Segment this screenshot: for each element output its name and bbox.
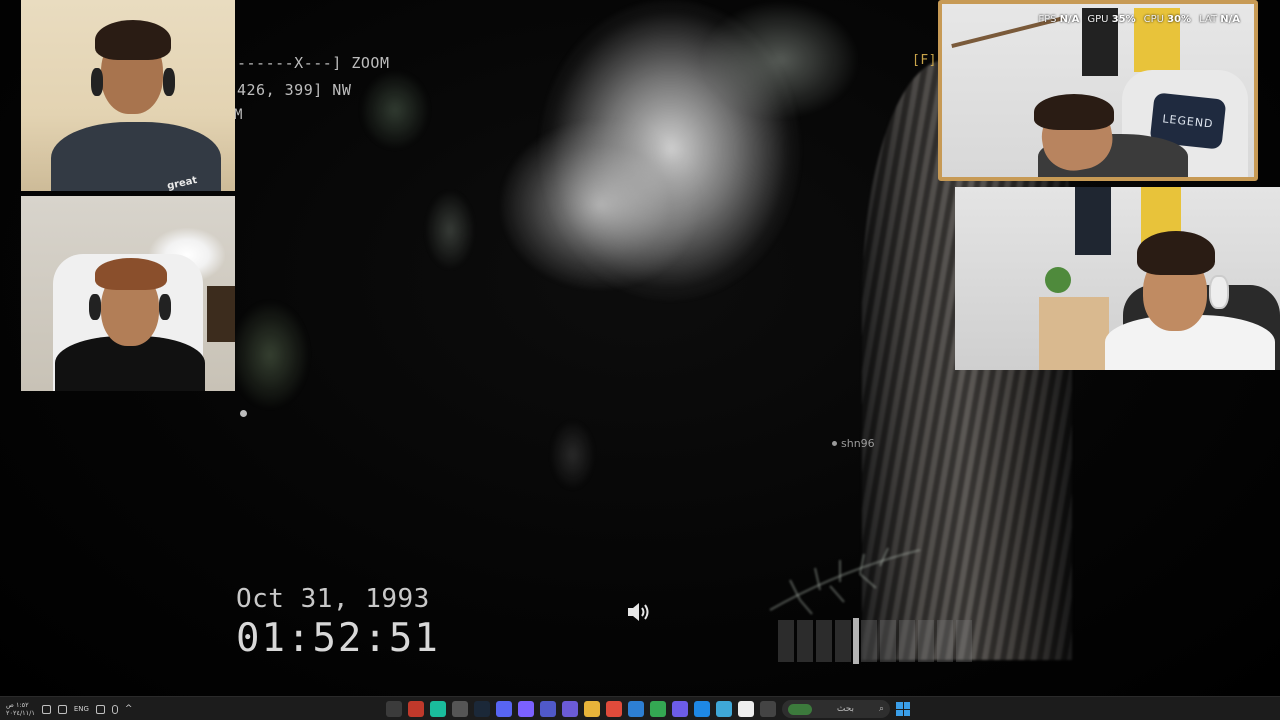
audio-level-meter	[778, 618, 972, 664]
taskbar-app-settings-icon[interactable]	[452, 701, 468, 717]
headset-icon	[91, 68, 103, 96]
audio-meter-segment	[797, 620, 813, 662]
volume-icon	[628, 603, 649, 621]
audio-meter-segment	[880, 620, 896, 662]
taskbar-app-chat-icon[interactable]	[562, 701, 578, 717]
player-marker	[240, 410, 247, 417]
taskbar-app-file-explorer-icon[interactable]	[584, 701, 600, 717]
stream-stats: FPS N/A GPU 35% CPU 30% LAT N/A	[1038, 14, 1240, 25]
taskbar-app-maps-icon[interactable]	[672, 701, 688, 717]
taskbar-app-adobe-icon[interactable]	[606, 701, 622, 717]
poster	[1075, 187, 1111, 255]
taskbar-app-steam-icon[interactable]	[474, 701, 490, 717]
audio-meter-needle	[853, 618, 859, 664]
chevron-up-icon[interactable]: ^	[125, 704, 133, 714]
search-highlight-icon	[788, 703, 812, 715]
person-hair	[1034, 94, 1114, 130]
desk	[1039, 297, 1109, 370]
fern	[769, 547, 921, 615]
clock[interactable]: ١:٥٢ ص ٢٠٢٤/١١/١	[6, 701, 35, 717]
monitor	[207, 286, 235, 342]
taskbar-app-chrome-icon[interactable]	[650, 701, 666, 717]
player-nametag: shn96	[832, 437, 875, 450]
webcam-2	[21, 196, 235, 391]
language-indicator[interactable]: ENG	[74, 705, 89, 713]
person-hair	[95, 20, 171, 60]
headset-icon	[159, 294, 171, 320]
person-cap	[95, 258, 167, 290]
stat-fps: FPS N/A	[1038, 14, 1079, 25]
audio-meter-segment	[778, 620, 794, 662]
headset-icon	[89, 294, 101, 320]
taskbar-app-messenger-icon[interactable]	[518, 701, 534, 717]
clock-time: ١:٥٢ ص	[6, 701, 29, 709]
stat-value: N/A	[1059, 14, 1080, 25]
windows-logo-tile	[896, 709, 903, 716]
taskbar-app-edge-icon[interactable]	[694, 701, 710, 717]
stat-value: 30%	[1167, 14, 1192, 25]
taskbar-app-teams-icon[interactable]	[540, 701, 556, 717]
windows-logo-tile	[903, 709, 910, 716]
leaf-cluster	[425, 190, 475, 270]
speaker-icon[interactable]	[41, 704, 51, 714]
taskbar-app-app-green-icon[interactable]	[430, 701, 446, 717]
stat-label: FPS	[1038, 14, 1060, 25]
search-placeholder: بحث	[836, 704, 855, 714]
stat-label: GPU	[1087, 14, 1112, 25]
leaf-cluster	[360, 70, 430, 150]
stat-lat: LAT N/A	[1199, 14, 1240, 25]
stat-value: 35%	[1111, 14, 1136, 25]
keyboard-icon[interactable]	[95, 704, 105, 714]
windows-logo-tile	[903, 702, 910, 709]
taskbar-app-app-blue-icon[interactable]	[628, 701, 644, 717]
start-button[interactable]	[896, 702, 910, 716]
search-icon: ⌕	[878, 704, 884, 714]
system-tray: ١:٥٢ ص ٢٠٢٤/١١/١ ENG ^	[6, 697, 132, 720]
stat-gpu: GPU 35%	[1087, 14, 1135, 25]
stat-label: LAT	[1199, 14, 1221, 25]
taskbar: ١:٥٢ ص ٢٠٢٤/١١/١ ENG ^ بحث ⌕	[0, 696, 1280, 720]
mode-indicator: M	[234, 107, 243, 123]
leaf-cluster	[700, 0, 860, 120]
player-name: shn96	[841, 437, 875, 450]
person-hair	[1137, 231, 1215, 275]
audio-meter-segment	[835, 620, 851, 662]
webcam-3: LEGEND FPS N/A GPU 35% CPU 30% LAT N/A	[938, 0, 1258, 181]
leaf-cluster	[230, 300, 310, 410]
taskbar-app-discord-icon[interactable]	[496, 701, 512, 717]
taskbar-app-calendar-icon[interactable]	[738, 701, 754, 717]
camcorder-date: Oct 31, 1993	[236, 584, 430, 614]
audio-meter-segment	[956, 620, 972, 662]
audio-meter-segment	[899, 620, 915, 662]
taskbar-app-photos-icon[interactable]	[716, 701, 732, 717]
clock-date: ٢٠٢٤/١١/١	[6, 709, 35, 717]
audio-meter-segment	[918, 620, 934, 662]
microphone-icon[interactable]	[111, 704, 118, 714]
windows-logo-tile	[896, 702, 903, 709]
camcorder-time: 01:52:51	[236, 616, 440, 661]
network-icon[interactable]	[57, 704, 67, 714]
key-hint: [F]	[912, 53, 937, 68]
audio-meter-segment	[816, 620, 832, 662]
headset-icon	[1209, 275, 1229, 309]
stat-value: N/A	[1220, 14, 1240, 25]
taskbar-app-chrome-red-icon[interactable]	[408, 701, 424, 717]
player-dot-icon	[832, 441, 837, 446]
stat-cpu: CPU 30%	[1144, 14, 1191, 25]
coordinates-readout: 426, 399] NW	[237, 81, 352, 99]
plant	[1045, 267, 1071, 293]
leaf-cluster	[550, 420, 595, 490]
stat-label: CPU	[1143, 14, 1168, 25]
leaf-cluster	[500, 120, 700, 290]
taskbar-apps: بحث ⌕	[386, 697, 910, 720]
audio-meter-segment	[937, 620, 953, 662]
audio-meter-segment	[861, 620, 877, 662]
headset-icon	[163, 68, 175, 96]
webcam-4	[955, 187, 1280, 370]
taskbar-app-media-player-icon[interactable]	[386, 701, 402, 717]
zoom-indicator: ------X---] ZOOM	[237, 54, 390, 72]
taskbar-app-window-icon[interactable]	[760, 701, 776, 717]
taskbar-search[interactable]: بحث ⌕	[782, 700, 890, 718]
webcam-1: great	[21, 0, 235, 191]
